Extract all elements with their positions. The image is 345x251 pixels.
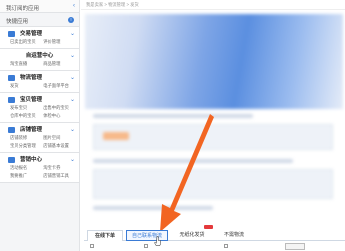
new-badge (204, 225, 213, 229)
sidebar-section-title[interactable]: 物流管理 ⌄ (0, 74, 79, 82)
select-checkbox[interactable] (90, 244, 94, 248)
quick-apps-label: 快捷应用 (6, 19, 29, 25)
sidebar-row: 仓库中的宝贝 体检中心 (0, 112, 79, 120)
shipping-tabs: 在线下单 自己联系物流 无纸化发货 不需物流 (84, 225, 345, 241)
sidebar-section-title[interactable]: 交易管理 ⌄ (0, 30, 79, 38)
sidebar-link[interactable]: 图片空间 (43, 134, 75, 142)
sidebar-link[interactable]: 店铺基本设置 (43, 142, 75, 150)
chevron-down-icon[interactable]: ⌄ (70, 126, 75, 134)
sidebar-link[interactable]: 我要推广 (10, 172, 42, 180)
blurred-banner (85, 14, 343, 109)
tab-paperless-shipping[interactable]: 无纸化发货 (172, 230, 212, 241)
sidebar-row: 宝贝分类管理 店铺基本设置 (0, 142, 79, 150)
blurred-button (103, 132, 129, 140)
sidebar-link[interactable]: 已卖出的宝贝 (10, 38, 42, 46)
sidebar-section-title[interactable]: 自运营中心 ⌄ (0, 52, 79, 60)
sidebar-link[interactable]: 活动报名 (10, 164, 42, 172)
sidebar-section-trade: 交易管理 ⌄ 已卖出的宝贝 评价管理 (0, 27, 79, 49)
sidebar-section-logistics: 物流管理 ⌄ 发货 电子面单平台 (0, 71, 79, 93)
sidebar: 我订阅的应用 ‹ 快捷应用 ! 交易管理 ⌄ 已卖出的宝贝 评价管理 自运营中心… (0, 0, 80, 251)
shop-icon (8, 127, 15, 133)
info-icon[interactable]: ! (68, 17, 74, 23)
sidebar-row: 店铺装修 图片空间 (0, 134, 79, 142)
filter-row (84, 242, 345, 251)
breadcrumb: 我是卖家 > 物流管理 > 发货 (81, 0, 345, 10)
sidebar-link[interactable]: 仓库中的宝贝 (10, 112, 42, 120)
action-button[interactable] (285, 243, 305, 250)
trade-icon (8, 31, 15, 37)
chevron-left-icon[interactable]: ‹ (73, 3, 75, 9)
sidebar-link[interactable]: 体检中心 (43, 112, 75, 120)
tab-online-order[interactable]: 在线下单 (87, 230, 123, 241)
sidebar-row: 发布宝贝 出售中的宝贝 (0, 104, 79, 112)
select-checkbox[interactable] (144, 244, 148, 248)
sidebar-row: 已卖出的宝贝 评价管理 (0, 38, 79, 46)
sidebar-row: 发货 电子面单平台 (0, 82, 79, 90)
sidebar-link[interactable]: 商品管理 (43, 60, 75, 68)
hand-cursor-icon (154, 236, 161, 246)
select-checkbox[interactable] (224, 244, 228, 248)
sidebar-section-self-ops: 自运营中心 ⌄ 淘宝直播 商品管理 (0, 49, 79, 71)
sidebar-section-title[interactable]: 宝贝管理 ⌄ (0, 96, 79, 104)
sidebar-row: 淘宝直播 商品管理 (0, 60, 79, 68)
pointer-arrow-icon (160, 114, 214, 232)
chevron-down-icon[interactable]: ⌄ (70, 74, 75, 82)
sidebar-section-marketing: 营销中心 ⌄ 活动报名 淘宝卡券 我要推广 店铺营销工具 (0, 153, 79, 183)
sidebar-section-items: 宝贝管理 ⌄ 发布宝贝 出售中的宝贝 仓库中的宝贝 体检中心 (0, 93, 79, 123)
chevron-down-icon[interactable]: ⌄ (70, 96, 75, 104)
sidebar-link[interactable]: 出售中的宝贝 (43, 104, 75, 112)
megaphone-icon (8, 157, 15, 163)
sidebar-section-shop: 店铺管理 ⌄ 店铺装修 图片空间 宝贝分类管理 店铺基本设置 (0, 123, 79, 153)
subscribed-apps-header[interactable]: 我订阅的应用 ‹ (0, 0, 79, 13)
truck-icon (8, 75, 15, 81)
sidebar-row: 我要推广 店铺营销工具 (0, 172, 79, 180)
sidebar-section-title[interactable]: 营销中心 ⌄ (0, 156, 79, 164)
chevron-down-icon[interactable]: ⌄ (70, 30, 75, 38)
sidebar-section-title[interactable]: 店铺管理 ⌄ (0, 126, 79, 134)
subscribed-apps-label: 我订阅的应用 (6, 6, 40, 12)
box-icon (8, 97, 15, 103)
sidebar-link[interactable]: 评价管理 (43, 38, 75, 46)
sidebar-link[interactable]: 发货 (10, 82, 42, 90)
sidebar-link[interactable]: 淘宝卡券 (43, 164, 75, 172)
sidebar-link[interactable]: 淘宝直播 (10, 60, 42, 68)
sidebar-link[interactable]: 电子面单平台 (43, 82, 75, 90)
sidebar-link[interactable]: 宝贝分类管理 (10, 142, 42, 150)
chevron-down-icon[interactable]: ⌄ (70, 156, 75, 164)
chevron-down-icon[interactable]: ⌄ (70, 52, 75, 60)
tab-no-logistics[interactable]: 不需物流 (215, 230, 253, 241)
quick-apps-header[interactable]: 快捷应用 ! (0, 13, 79, 27)
sidebar-link[interactable]: 店铺营销工具 (43, 172, 75, 180)
sidebar-link[interactable]: 店铺装修 (10, 134, 42, 142)
sidebar-row: 活动报名 淘宝卡券 (0, 164, 79, 172)
sidebar-link[interactable]: 发布宝贝 (10, 104, 42, 112)
